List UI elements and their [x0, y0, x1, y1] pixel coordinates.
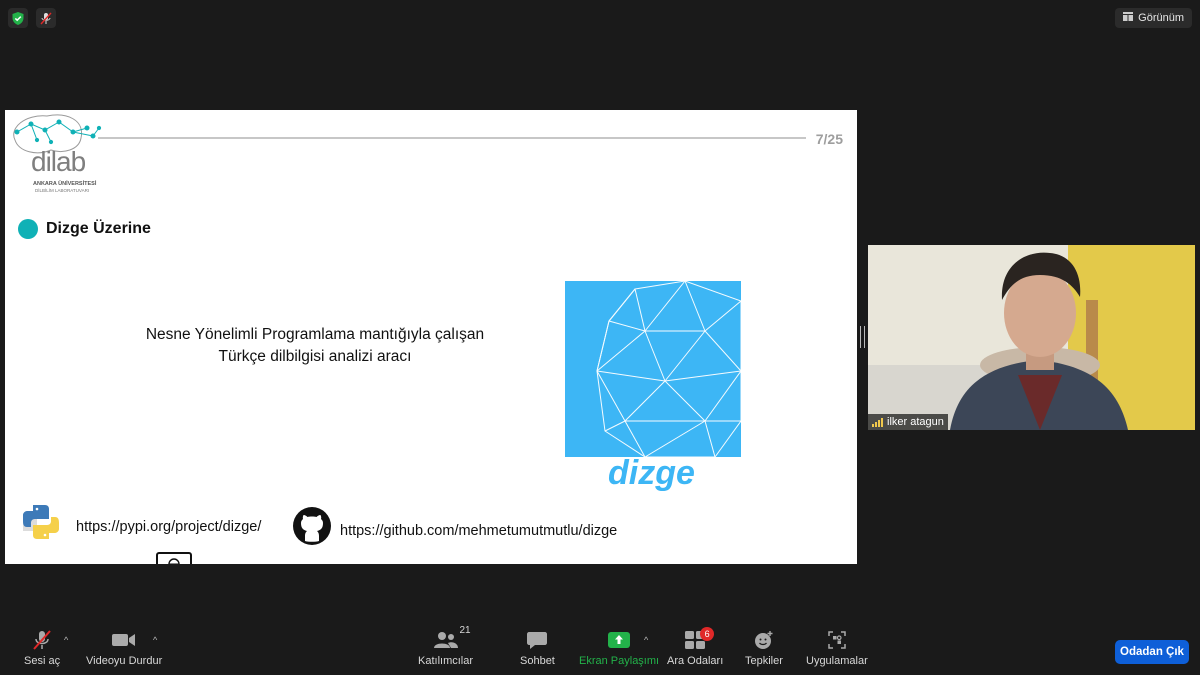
- slide-page-number: 7/25: [815, 131, 843, 147]
- share-screen-icon: [608, 629, 631, 651]
- leave-meeting-button[interactable]: Odadan Çık: [1115, 640, 1189, 664]
- dizge-brand-text: dizge: [608, 454, 695, 492]
- slide-description: Nesne Yönelimli Programlama mantığıyla ç…: [115, 324, 515, 368]
- dilab-logo-lab: DİLBİLİM LABORATUVARI: [35, 188, 90, 193]
- audio-label: Sesi aç: [24, 655, 61, 667]
- view-label: Görünüm: [1138, 12, 1184, 24]
- dilab-logo-text: dilab: [31, 146, 86, 177]
- section-bullet: [18, 219, 38, 239]
- pypi-link[interactable]: https://pypi.org/project/dizge/: [76, 519, 261, 535]
- participant-video-tile[interactable]: ilker atagun: [868, 245, 1195, 430]
- grid-view-icon: [1123, 12, 1134, 24]
- video-label: Videoyu Durdur: [86, 655, 163, 667]
- github-link[interactable]: https://github.com/mehmetumutmutlu/dizge: [340, 523, 617, 539]
- participant-name-tag: ilker atagun: [868, 414, 948, 430]
- dizge-logo-image: [565, 281, 741, 457]
- description-line-1: Nesne Yönelimli Programlama mantığıyla ç…: [145, 326, 485, 343]
- participant-video-feed: [868, 245, 1195, 430]
- meeting-toolbar: Sesi aç ^ Videoyu Durdur ^ 21 Katılımcıl…: [0, 617, 1200, 675]
- participants-label: Katılımcılar: [418, 655, 474, 667]
- slide-header-line: [98, 137, 806, 139]
- view-button[interactable]: Görünüm: [1115, 8, 1192, 28]
- section-title: Dizge Üzerine: [46, 220, 151, 237]
- reactions-button[interactable]: Tepkiler: [745, 629, 783, 667]
- security-shield-icon[interactable]: [8, 8, 28, 28]
- reactions-label: Tepkiler: [745, 655, 783, 667]
- video-button[interactable]: Videoyu Durdur: [86, 629, 162, 667]
- share-screen-label: Ekran Paylaşımı: [579, 655, 660, 667]
- video-options-caret-icon[interactable]: ^: [153, 635, 157, 645]
- audio-button[interactable]: Sesi aç: [24, 629, 60, 667]
- chat-button[interactable]: Sohbet: [520, 629, 555, 667]
- apps-button[interactable]: Uygulamalar: [806, 629, 868, 667]
- breakout-rooms-icon: 6: [685, 627, 715, 651]
- dilab-logo-university: ANKARA ÜNİVERSİTESİ: [33, 181, 97, 187]
- connection-signal-icon: [872, 417, 883, 427]
- description-line-2: Türkçe dilbilgisi analizi aracı: [218, 348, 412, 365]
- top-left-indicators: [8, 8, 56, 28]
- apps-label: Uygulamalar: [806, 655, 868, 667]
- participants-icon: 21: [433, 625, 471, 651]
- muted-mic-icon: [32, 629, 52, 651]
- github-logo-icon: [293, 507, 331, 545]
- apps-icon: [828, 629, 846, 651]
- breakout-rooms-label: Ara Odaları: [667, 655, 724, 667]
- reaction-smiley-icon: [754, 629, 774, 651]
- shared-screen-slide: dilab ANKARA ÜNİVERSİTESİ DİLBİLİM LABOR…: [5, 110, 857, 564]
- participants-count: 21: [459, 625, 471, 636]
- breakout-rooms-badge: 6: [700, 627, 715, 641]
- chat-bubble-icon: [527, 629, 548, 651]
- chat-label: Sohbet: [520, 655, 555, 667]
- participants-button[interactable]: 21 Katılımcılar: [418, 625, 474, 667]
- share-options-caret-icon[interactable]: ^: [644, 635, 648, 645]
- panel-resize-handle[interactable]: [860, 326, 865, 348]
- audio-options-caret-icon[interactable]: ^: [64, 635, 68, 645]
- website-icon: [156, 552, 192, 564]
- python-logo-icon: [23, 505, 59, 539]
- breakout-rooms-button[interactable]: 6 Ara Odaları: [667, 627, 724, 667]
- participant-name: ilker atagun: [887, 416, 944, 428]
- muted-mic-icon[interactable]: [36, 8, 56, 28]
- video-camera-icon: [112, 629, 136, 651]
